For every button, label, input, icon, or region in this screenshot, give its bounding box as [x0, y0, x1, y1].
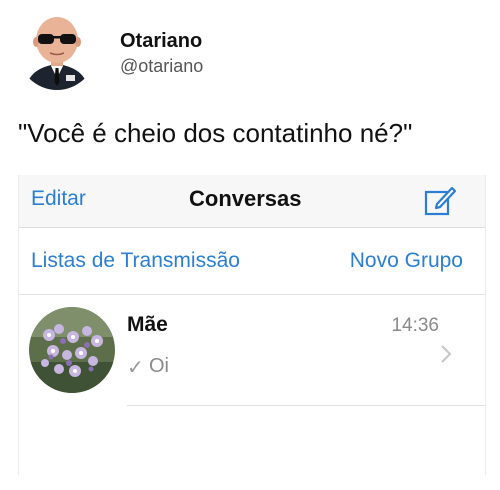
new-group-link[interactable]: Novo Grupo: [350, 249, 463, 273]
row-divider: [127, 405, 485, 406]
chat-list-item[interactable]: Mãe 14:36 ✓ Oi: [19, 295, 485, 405]
message-time: 14:36: [391, 315, 439, 336]
tweet-text: "Você é cheio dos contatinho né?": [18, 118, 413, 148]
tweet-header: Otariano @otariano: [18, 12, 488, 96]
whatsapp-screenshot: Editar Conversas Listas de Transmissão N…: [18, 175, 486, 475]
broadcast-lists-link[interactable]: Listas de Transmissão: [31, 249, 240, 273]
display-name[interactable]: Otariano: [120, 30, 202, 53]
sent-check-icon: ✓: [127, 357, 144, 379]
navigation-bar: Editar Conversas: [19, 175, 485, 228]
contact-name: Mãe: [127, 313, 168, 336]
profile-avatar[interactable]: [18, 12, 96, 90]
contact-avatar: [29, 307, 115, 393]
chevron-right-icon: [439, 343, 453, 365]
compose-icon[interactable]: [422, 183, 458, 219]
edit-button[interactable]: Editar: [31, 187, 86, 211]
chat-actions-bar: Listas de Transmissão Novo Grupo: [19, 228, 485, 295]
user-handle[interactable]: @otariano: [120, 56, 203, 77]
message-preview: Oi: [149, 355, 169, 377]
screen-title: Conversas: [189, 186, 302, 211]
